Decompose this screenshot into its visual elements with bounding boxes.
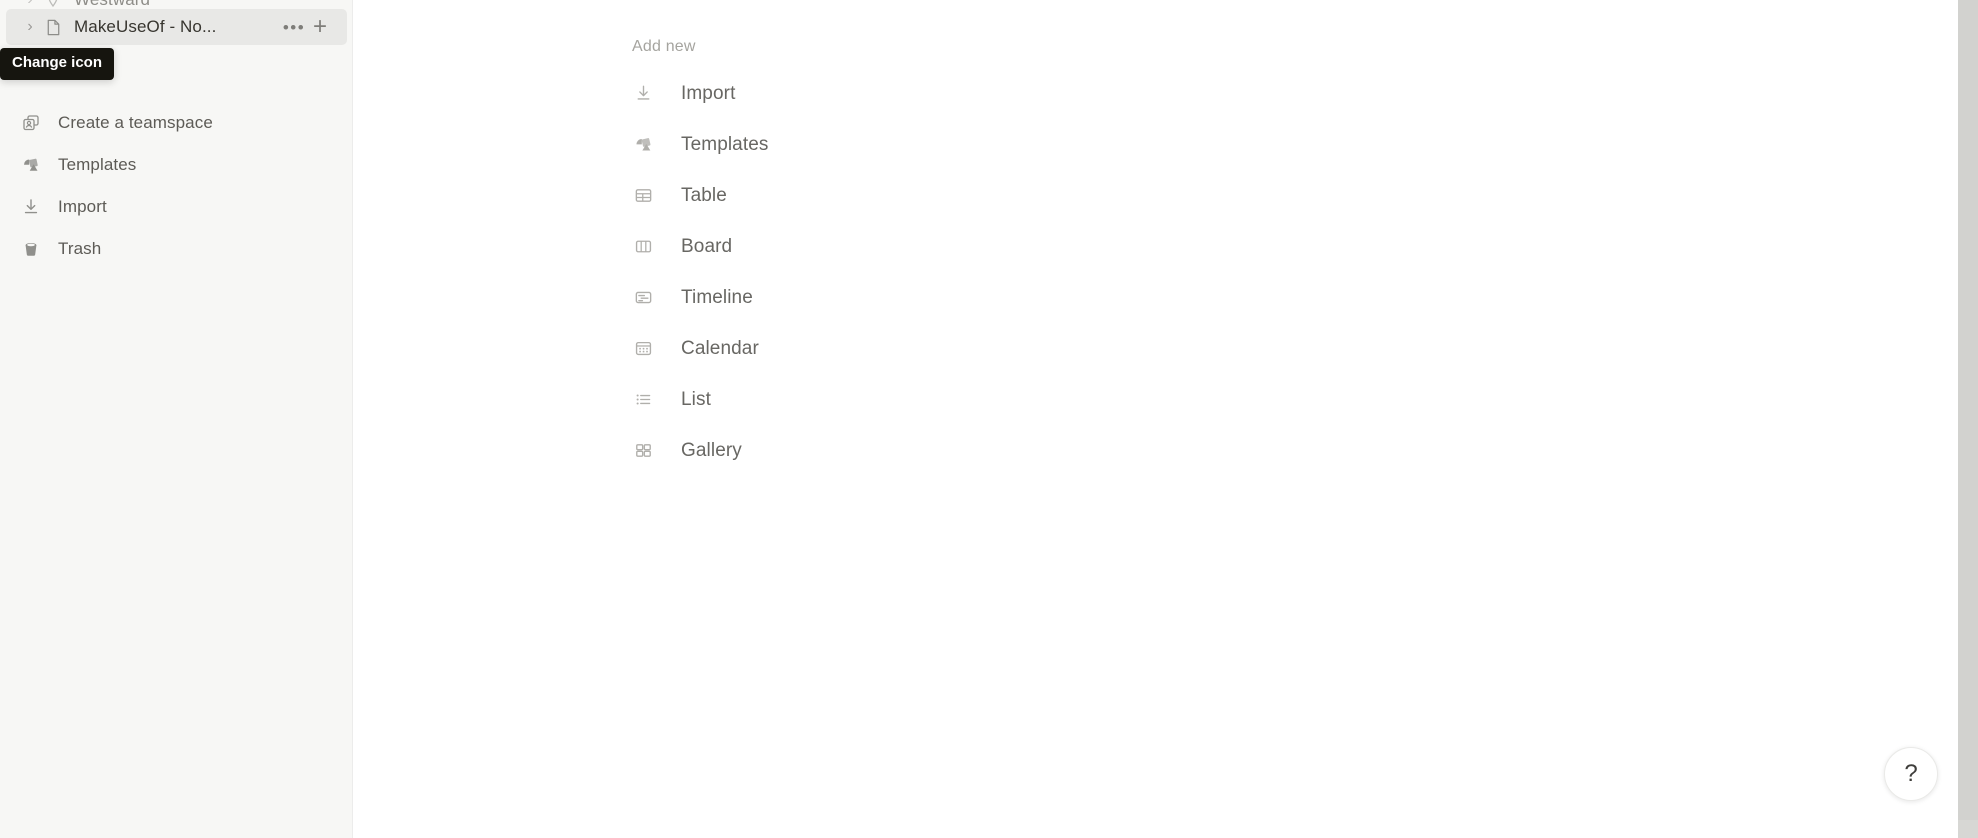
sidebar-item-label: Import [58, 197, 107, 216]
table-icon [629, 182, 657, 210]
page-icon[interactable] [42, 16, 64, 38]
trash-icon [18, 236, 44, 262]
import-icon [18, 194, 44, 220]
menu-item-label: Templates [681, 133, 769, 155]
menu-item-label: Gallery [681, 439, 742, 461]
sidebar-nav-list: Create a teamspace Templates Import Tras… [0, 98, 352, 270]
notion-window: › Westward › MakeUseOf [0, 0, 1978, 838]
menu-item-label: Calendar [681, 337, 759, 359]
menu-item-label: List [681, 388, 711, 410]
templates-icon [629, 131, 657, 159]
board-icon [629, 233, 657, 261]
sidebar-page-title: Westward [74, 0, 333, 10]
sidebar-item-label: Create a teamspace [58, 113, 213, 132]
menu-item-timeline[interactable]: Timeline [621, 272, 1041, 323]
sidebar-item-import[interactable]: Import [0, 186, 352, 228]
add-new-section-label: Add new [632, 38, 696, 55]
menu-item-table[interactable]: Table [621, 170, 1041, 221]
menu-item-list[interactable]: List [621, 374, 1041, 425]
menu-item-import[interactable]: Import [621, 68, 1041, 119]
sidebar-item-label: Trash [58, 239, 102, 258]
chevron-right-icon[interactable]: › [20, 17, 40, 37]
location-pin-icon[interactable] [42, 0, 64, 11]
chevron-right-icon[interactable]: › [20, 0, 40, 10]
teamspace-icon [18, 110, 44, 136]
menu-item-label: Board [681, 235, 733, 257]
menu-item-calendar[interactable]: Calendar [621, 323, 1041, 374]
sidebar-item-create-teamspace[interactable]: Create a teamspace [0, 102, 352, 144]
main-content: Add new Import Templates Table Board Tim… [353, 0, 1978, 838]
help-button[interactable]: ? [1884, 747, 1938, 801]
menu-item-gallery[interactable]: Gallery [621, 425, 1041, 476]
gallery-icon [629, 437, 657, 465]
menu-item-label: Timeline [681, 286, 753, 308]
sidebar-item-templates[interactable]: Templates [0, 144, 352, 186]
page-add-subpage-button[interactable]: + [307, 14, 333, 40]
import-icon [629, 80, 657, 108]
menu-item-label: Import [681, 82, 736, 104]
templates-icon [18, 152, 44, 178]
menu-item-label: Table [681, 184, 727, 206]
sidebar-page-row-westward[interactable]: › Westward [6, 0, 347, 9]
menu-item-templates[interactable]: Templates [621, 119, 1041, 170]
help-label: ? [1904, 760, 1918, 787]
calendar-icon [629, 335, 657, 363]
scrollbar-thumb[interactable] [1958, 0, 1978, 820]
sidebar-item-trash[interactable]: Trash [0, 228, 352, 270]
menu-item-board[interactable]: Board [621, 221, 1041, 272]
sidebar-page-title: MakeUseOf - No... [74, 17, 217, 36]
sidebar: › Westward › MakeUseOf [0, 0, 353, 838]
add-new-menu: Import Templates Table Board Timeline Ca… [621, 68, 1041, 476]
page-more-options-button[interactable]: ••• [281, 14, 307, 40]
change-icon-tooltip: Change icon [0, 48, 115, 80]
timeline-icon [629, 284, 657, 312]
list-icon [629, 386, 657, 414]
sidebar-item-label: Templates [58, 155, 137, 174]
sidebar-page-row-makeuseof[interactable]: › MakeUseOf - No... ••• + [6, 9, 347, 45]
page-scrollbar[interactable] [1958, 0, 1978, 838]
